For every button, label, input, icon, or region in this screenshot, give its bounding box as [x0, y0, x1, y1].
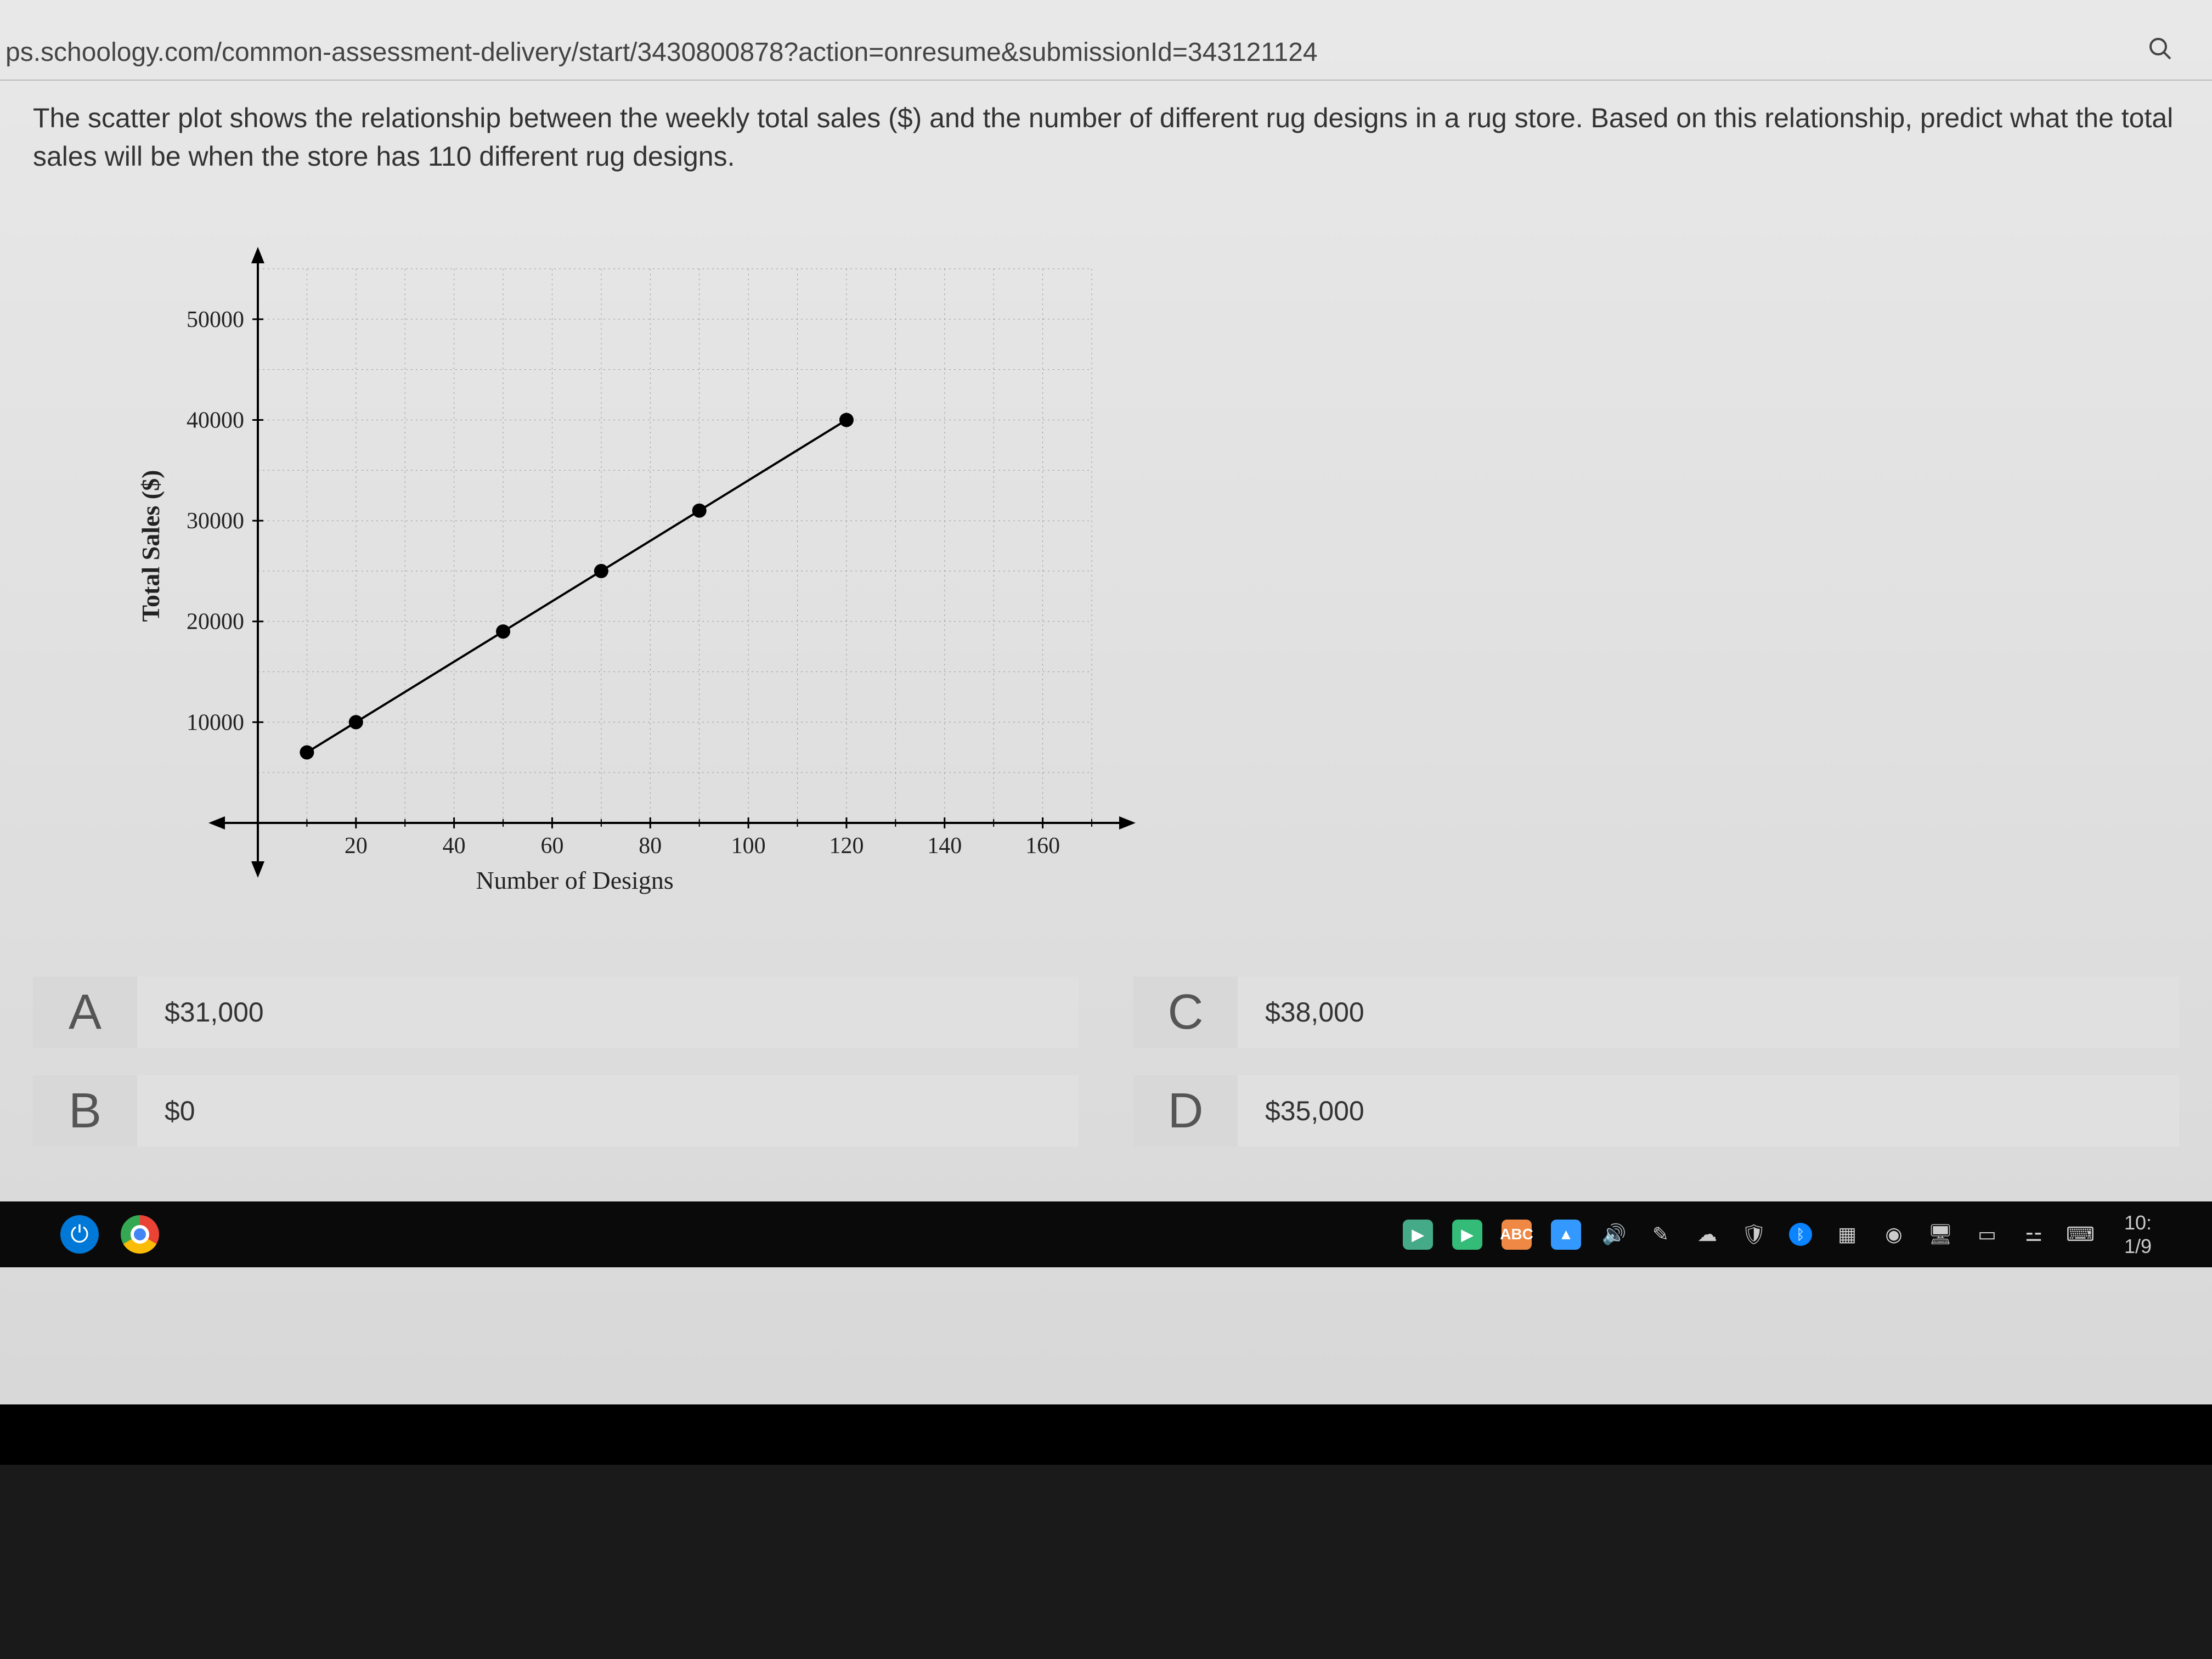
answer-grid: A $31,000 C $38,000 B $0 D $35,000 — [33, 977, 2179, 1147]
time-line1: 10: — [2124, 1211, 2152, 1234]
answer-option-b[interactable]: B $0 — [33, 1075, 1079, 1147]
svg-text:100: 100 — [731, 833, 766, 859]
monitor-frame: ps.schoology.com/common-assessment-deliv… — [0, 0, 2212, 1465]
onedrive-icon[interactable]: ☁ — [1694, 1221, 1721, 1248]
answer-letter: A — [33, 977, 137, 1048]
bluetooth-icon[interactable]: ᛒ — [1787, 1221, 1814, 1248]
svg-text:140: 140 — [927, 833, 962, 859]
chrome-icon[interactable] — [121, 1215, 159, 1254]
scatter-plot: 20 40 60 80 100 120 140 160 10000 20000 30000 40000… — [126, 219, 1141, 922]
misc-icon-2[interactable]: ◉ — [1880, 1221, 1908, 1248]
search-icon[interactable] — [2147, 36, 2174, 69]
question-text: The scatter plot shows the relationship … — [33, 99, 2179, 176]
answer-letter: D — [1133, 1075, 1238, 1147]
power-icon[interactable]: ⏻ — [60, 1215, 99, 1254]
battery-icon[interactable]: ▭ — [1973, 1221, 2001, 1248]
app-icon-1[interactable]: ▶ — [1403, 1220, 1433, 1250]
wifi-icon[interactable]: ⚍ — [2020, 1221, 2047, 1248]
url-bar[interactable]: ps.schoology.com/common-assessment-deliv… — [0, 33, 2190, 71]
svg-text:Number of Designs: Number of Designs — [476, 866, 673, 894]
misc-icon-1[interactable]: ▦ — [1833, 1221, 1861, 1248]
clock[interactable]: 10: 1/9 — [2124, 1211, 2152, 1258]
answer-option-d[interactable]: D $35,000 — [1133, 1075, 2179, 1147]
taskbar-left: ⏻ — [60, 1215, 159, 1254]
chart-svg: 20 40 60 80 100 120 140 160 10000 20000 30000 40000… — [126, 219, 1141, 922]
keyboard-icon[interactable]: ⌨ — [2067, 1221, 2094, 1248]
svg-text:20000: 20000 — [187, 610, 244, 635]
answer-letter: C — [1133, 977, 1238, 1048]
svg-text:80: 80 — [639, 833, 662, 859]
screen-area: ps.schoology.com/common-assessment-deliv… — [0, 0, 2212, 1404]
svg-text:10000: 10000 — [187, 710, 244, 735]
answer-option-a[interactable]: A $31,000 — [33, 977, 1079, 1048]
time-line2: 1/9 — [2124, 1234, 2152, 1258]
answer-text: $0 — [137, 1095, 195, 1127]
svg-text:120: 120 — [829, 833, 864, 859]
pictures-icon[interactable]: ▲ — [1551, 1220, 1581, 1250]
app-icon-2[interactable]: ▶ — [1452, 1220, 1482, 1250]
answer-text: $38,000 — [1238, 996, 1364, 1028]
answer-letter: B — [33, 1075, 137, 1147]
url-divider — [0, 80, 2212, 81]
answer-option-c[interactable]: C $38,000 — [1133, 977, 2179, 1048]
svg-text:30000: 30000 — [187, 509, 244, 534]
svg-text:50000: 50000 — [187, 307, 244, 332]
abc-icon[interactable]: ABC — [1502, 1220, 1532, 1250]
svg-text:20: 20 — [345, 833, 368, 859]
security-icon[interactable]: 🛡 — [1740, 1221, 1768, 1248]
pen-icon[interactable]: ✎ — [1647, 1221, 1674, 1248]
answer-text: $31,000 — [137, 996, 264, 1028]
svg-text:160: 160 — [1025, 833, 1060, 859]
svg-text:Total Sales ($): Total Sales ($) — [137, 470, 165, 622]
svg-text:40: 40 — [443, 833, 466, 859]
windows-taskbar[interactable]: ⏻ ▶ ▶ ABC ▲ 🔊 ✎ ☁ 🛡 ᛒ ▦ ◉ 🖥 ▭ ⚍ ⌨ 10: 1/… — [0, 1201, 2212, 1267]
volume-icon[interactable]: 🔊 — [1600, 1221, 1628, 1248]
answer-text: $35,000 — [1238, 1095, 1364, 1127]
display-icon[interactable]: 🖥 — [1927, 1221, 1954, 1248]
svg-text:60: 60 — [540, 833, 563, 859]
svg-text:40000: 40000 — [187, 408, 244, 433]
system-tray: ▶ ▶ ABC ▲ 🔊 ✎ ☁ 🛡 ᛒ ▦ ◉ 🖥 ▭ ⚍ ⌨ 10: 1/9 — [1403, 1211, 2152, 1258]
url-text: ps.schoology.com/common-assessment-deliv… — [5, 37, 1318, 67]
question-content: The scatter plot shows the relationship … — [33, 99, 2179, 922]
